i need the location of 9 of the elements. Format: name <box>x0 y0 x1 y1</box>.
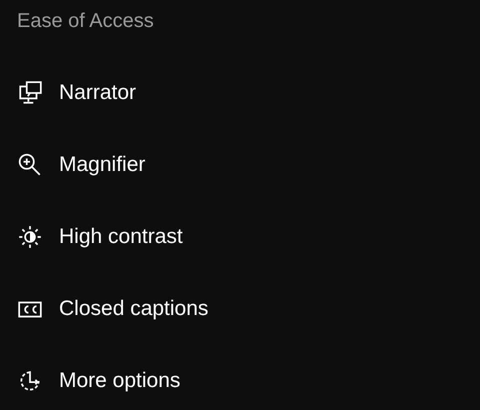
monitor-icon <box>17 80 43 106</box>
sun-icon <box>17 224 43 250</box>
menu-item[interactable]: Closed captions <box>0 281 480 337</box>
menu-item[interactable]: More options <box>0 353 480 409</box>
magnifier-icon <box>17 152 43 178</box>
menu-item[interactable]: High contrast <box>0 209 480 265</box>
menu-item[interactable]: Magnifier <box>0 137 480 193</box>
menu-item[interactable]: Narrator <box>0 65 480 121</box>
page-title: Ease of Access <box>17 9 154 34</box>
